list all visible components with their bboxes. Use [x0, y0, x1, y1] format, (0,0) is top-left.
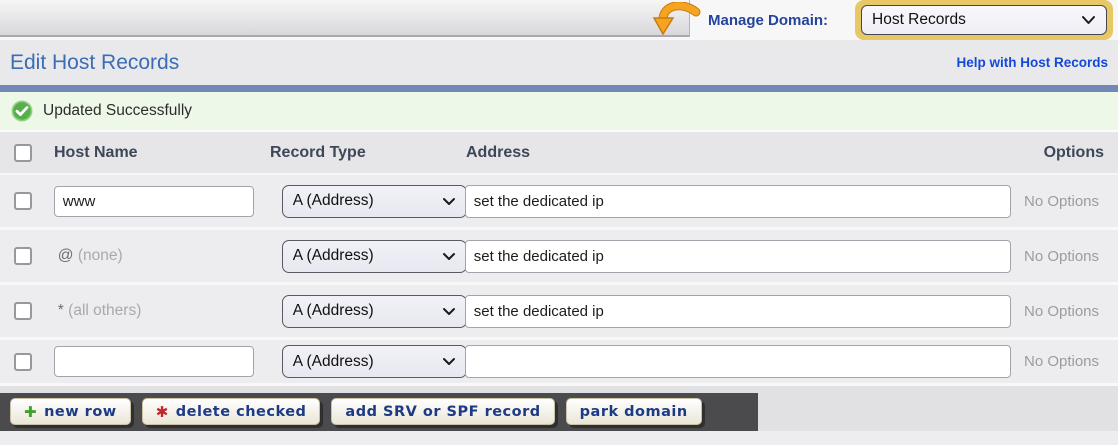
address-header: Address — [466, 144, 1028, 162]
button-strip: ✚ new row ✱ delete checked add SRV or SP… — [0, 393, 758, 431]
new-row-label: new row — [44, 404, 117, 420]
table-row: @ (none) A (Address) No Options — [0, 230, 1118, 285]
record-type-header: Record Type — [270, 144, 466, 162]
table-header-row: Host Name Record Type Address Options — [0, 132, 1118, 175]
header-divider — [0, 85, 1118, 92]
page-title: Edit Host Records — [10, 51, 179, 75]
add-srv-spf-label: add SRV or SPF record — [345, 404, 540, 420]
options-value: No Options — [1024, 352, 1104, 371]
table-row: * (all others) A (Address) No Options — [0, 285, 1118, 340]
host-name-hint: (none) — [78, 247, 123, 264]
options-value: No Options — [1024, 247, 1104, 266]
chevron-down-icon — [442, 252, 456, 261]
record-type-select[interactable]: A (Address) — [282, 185, 467, 218]
record-type-value: A (Address) — [293, 247, 374, 265]
address-input[interactable] — [465, 345, 1011, 378]
add-srv-spf-button[interactable]: add SRV or SPF record — [331, 398, 554, 425]
host-name-label: @ — [58, 247, 74, 264]
delete-icon: ✱ — [156, 403, 169, 421]
curved-arrow-icon — [650, 2, 702, 38]
topbar-gray-panel — [0, 0, 690, 37]
status-bar: Updated Successfully — [0, 92, 1118, 132]
address-input[interactable] — [465, 295, 1011, 328]
park-domain-label: park domain — [580, 404, 688, 420]
manage-domain-select-value: Host Records — [872, 11, 966, 29]
help-link[interactable]: Help with Host Records — [956, 55, 1108, 70]
options-value: No Options — [1024, 302, 1104, 321]
row-checkbox[interactable] — [14, 247, 32, 265]
manage-domain-group: Manage Domain: Host Records — [650, 0, 1118, 40]
plus-icon: ✚ — [24, 403, 37, 421]
delete-checked-label: delete checked — [176, 404, 307, 420]
row-checkbox[interactable] — [14, 353, 32, 371]
record-type-select[interactable]: A (Address) — [282, 345, 467, 378]
host-name-hint: (all others) — [68, 302, 141, 319]
select-all-checkbox[interactable] — [14, 144, 32, 162]
host-name-header: Host Name — [54, 144, 270, 162]
delete-checked-button[interactable]: ✱ delete checked — [142, 398, 321, 425]
row-checkbox[interactable] — [14, 302, 32, 320]
manage-domain-select[interactable]: Host Records — [861, 5, 1107, 35]
chevron-down-icon — [1081, 15, 1096, 25]
chevron-down-icon — [442, 197, 456, 206]
options-header: Options — [1028, 144, 1118, 162]
status-message: Updated Successfully — [43, 102, 192, 120]
address-input[interactable] — [465, 240, 1011, 273]
host-name-label: * — [58, 302, 64, 319]
chevron-down-icon — [442, 357, 456, 366]
park-domain-button[interactable]: park domain — [566, 398, 702, 425]
table-row: A (Address) No Options — [0, 340, 1118, 386]
record-type-value: A (Address) — [293, 353, 374, 371]
success-check-icon — [10, 99, 34, 123]
manage-domain-label: Manage Domain: — [708, 12, 828, 29]
domain-select-highlight: Host Records — [855, 0, 1113, 40]
host-name-input[interactable] — [54, 346, 254, 377]
page-header: Edit Host Records Help with Host Records — [0, 40, 1118, 85]
top-bar: Manage Domain: Host Records — [0, 0, 1118, 40]
record-type-select[interactable]: A (Address) — [282, 295, 467, 328]
record-type-select[interactable]: A (Address) — [282, 240, 467, 273]
address-input[interactable] — [465, 185, 1011, 218]
record-type-value: A (Address) — [293, 192, 374, 210]
record-type-value: A (Address) — [293, 302, 374, 320]
select-all-cell — [0, 144, 54, 162]
options-value: No Options — [1024, 192, 1104, 211]
table-row: A (Address) No Options — [0, 175, 1118, 230]
host-name-input[interactable] — [54, 186, 254, 217]
row-checkbox[interactable] — [14, 192, 32, 210]
new-row-button[interactable]: ✚ new row — [10, 398, 131, 425]
chevron-down-icon — [442, 307, 456, 316]
footer-bar: ✚ new row ✱ delete checked add SRV or SP… — [0, 386, 1118, 431]
